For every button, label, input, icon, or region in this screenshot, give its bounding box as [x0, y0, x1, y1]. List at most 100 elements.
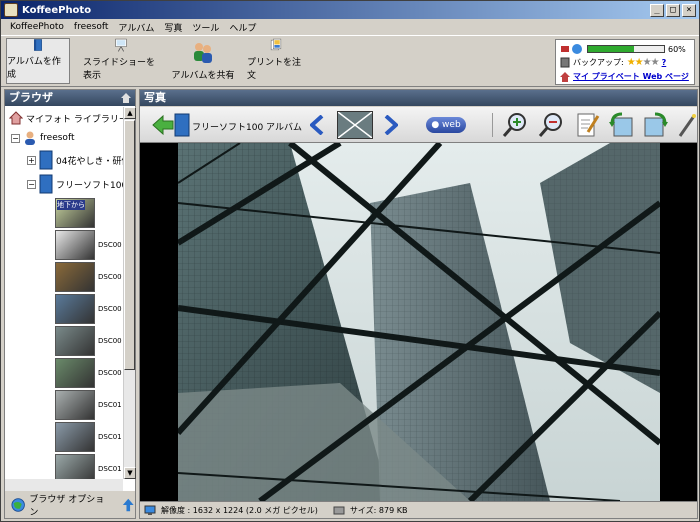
progress-label: 60%: [668, 44, 686, 54]
thumbnail-label: DSC00: [98, 273, 122, 281]
order-prints-button[interactable]: プリントを注文: [247, 38, 305, 84]
menu-freesoft[interactable]: freesoft: [69, 22, 113, 32]
sync-globe-icon: [561, 44, 582, 54]
photo-viewer[interactable]: [140, 143, 697, 501]
scroll-down-button[interactable]: ▼: [124, 467, 136, 479]
slideshow-button[interactable]: スライドショーを表示: [83, 38, 159, 84]
thumbnail-image: [55, 230, 95, 260]
maximize-button[interactable]: □: [666, 3, 680, 17]
next-photo-icon[interactable]: [384, 115, 398, 135]
thumbnail-image: [55, 262, 95, 292]
browser-options-button[interactable]: ブラウザ オプション: [29, 492, 104, 518]
zoom-out-icon[interactable]: [538, 112, 564, 138]
share-album-label: アルバムを共有: [171, 71, 235, 81]
private-web-page-link[interactable]: マイ プライベート Web ページ: [573, 71, 689, 82]
menu-help[interactable]: ヘルプ: [224, 21, 261, 34]
title-bar: KoffeePhoto _ □ ×: [1, 1, 699, 19]
album-2-label: フリーソフト100 ア: [56, 180, 123, 191]
thumbnail-item[interactable]: DSC00: [55, 230, 122, 260]
current-photo-thumbnail: [337, 111, 373, 139]
thumbnail-item[interactable]: DSC01: [55, 390, 122, 420]
magic-wand-icon[interactable]: [678, 112, 696, 138]
thumbnail-image: [55, 326, 95, 356]
photo-panel-title: 写真: [144, 91, 166, 104]
thumbnail-item[interactable]: DSC00: [55, 262, 122, 292]
album-1-label: 04花やしき・研修: [56, 156, 123, 167]
tree-vertical-scrollbar[interactable]: ▲ ▼: [123, 107, 136, 479]
create-album-label: アルバムを作成: [7, 57, 61, 80]
user-label: freesoft: [40, 133, 75, 143]
monitor-icon: [144, 505, 156, 515]
thumbnail-label: DSC01: [98, 465, 122, 473]
status-panel: 60% バックアップ: ★★★★ ? マイ プライベート Web ページ: [555, 39, 695, 85]
thumbnail-item[interactable]: DSC00: [55, 358, 122, 388]
album-tree: マイフォト ライブラリー − freesoft + 04花やしき・研修 −: [5, 107, 123, 479]
user-node[interactable]: − freesoft: [11, 131, 74, 145]
home-icon: [560, 71, 570, 82]
browser-title: ブラウザ: [9, 91, 53, 104]
scroll-thumb[interactable]: [124, 120, 135, 370]
library-node[interactable]: マイフォト ライブラリー: [9, 111, 123, 125]
rotate-right-icon[interactable]: [643, 112, 669, 138]
backup-disk-icon: [560, 57, 570, 68]
create-album-button[interactable]: アルバムを作成: [6, 38, 70, 84]
zoom-in-icon[interactable]: [502, 112, 528, 138]
menu-bar: KoffeePhoto freesoft アルバム 写真 ツール ヘルプ: [1, 19, 699, 35]
disk-icon: [333, 506, 345, 515]
order-prints-label: プリントを注文: [247, 58, 302, 81]
thumbnail-item[interactable]: DSC01: [55, 454, 122, 479]
home-icon[interactable]: [120, 92, 132, 104]
thumbnail-image: [55, 390, 95, 420]
edit-notes-icon[interactable]: [576, 112, 600, 138]
browser-options-bar: ブラウザ オプション: [5, 491, 135, 518]
previous-photo-icon[interactable]: [310, 115, 324, 135]
thumbnail-label: DSC01: [98, 401, 122, 409]
up-arrow-icon[interactable]: [122, 497, 135, 513]
album-node-1[interactable]: + 04花やしき・研修: [27, 150, 123, 170]
file-size-label: サイズ: 879 KB: [349, 505, 408, 515]
thumbnail-label: 地下から: [57, 200, 85, 210]
backup-label: バックアップ:: [573, 58, 624, 67]
menu-photo[interactable]: 写真: [159, 21, 187, 34]
slideshow-label: スライドショーを表示: [83, 58, 156, 81]
thumbnail-label: DSC00: [98, 305, 122, 313]
menu-album[interactable]: アルバム: [113, 21, 159, 34]
collapse-toggle[interactable]: −: [27, 179, 36, 189]
library-label: マイフォト ライブラリー: [26, 114, 123, 125]
rotate-left-icon[interactable]: [608, 112, 634, 138]
tree-horizontal-scrollbar[interactable]: [5, 479, 123, 491]
thumbnail-label: DSC00: [98, 369, 122, 377]
backup-help-link[interactable]: ?: [662, 58, 667, 67]
app-icon: [4, 3, 18, 17]
main-toolbar: アルバムを作成 スライドショーを表示 アルバムを共有 プリントを注文 60% バ…: [1, 35, 699, 87]
album-book-icon: [39, 150, 53, 170]
app-window: KoffeePhoto _ □ × KoffeePhoto freesoft ア…: [0, 0, 700, 522]
share-people-icon: [194, 43, 212, 63]
album-node-2[interactable]: − フリーソフト100 ア: [27, 174, 123, 194]
backup-rating-stars: ★★★★: [626, 57, 660, 68]
share-album-button[interactable]: アルバムを共有: [171, 38, 235, 84]
back-arrow-icon[interactable]: [152, 114, 174, 136]
user-icon: [25, 131, 35, 145]
menu-koffeephoto[interactable]: KoffeePhoto: [5, 22, 69, 32]
menu-tools[interactable]: ツール: [187, 21, 224, 34]
minimize-button[interactable]: _: [650, 3, 664, 17]
photo-status-bar: 解像度 : 1632 x 1224 (2.0 メガ ピクセル) サイズ: 879…: [140, 501, 697, 518]
close-button[interactable]: ×: [682, 3, 696, 17]
album-book-icon: [174, 113, 190, 137]
browser-panel: ブラウザ マイフォト ライブラリー − freesoft + 04花やしき・研 …: [4, 89, 136, 519]
web-button[interactable]: ● web: [426, 117, 466, 133]
scroll-up-button[interactable]: ▲: [124, 107, 136, 119]
prints-stack-icon: [270, 38, 282, 51]
globe-icon: [11, 497, 25, 512]
window-title: KoffeePhoto: [22, 4, 92, 16]
thumbnail-label: DSC00: [98, 241, 122, 249]
thumbnail-item[interactable]: DSC00: [55, 294, 122, 324]
thumbnail-item[interactable]: DSC00: [55, 326, 122, 356]
expand-toggle[interactable]: +: [27, 155, 36, 165]
collapse-toggle[interactable]: −: [11, 133, 20, 143]
thumbnail-label: DSC00: [98, 337, 122, 345]
thumbnail-item[interactable]: DSC01: [55, 422, 122, 452]
browser-header: ブラウザ: [5, 90, 135, 106]
thumbnail-item[interactable]: 地下から: [55, 198, 95, 228]
